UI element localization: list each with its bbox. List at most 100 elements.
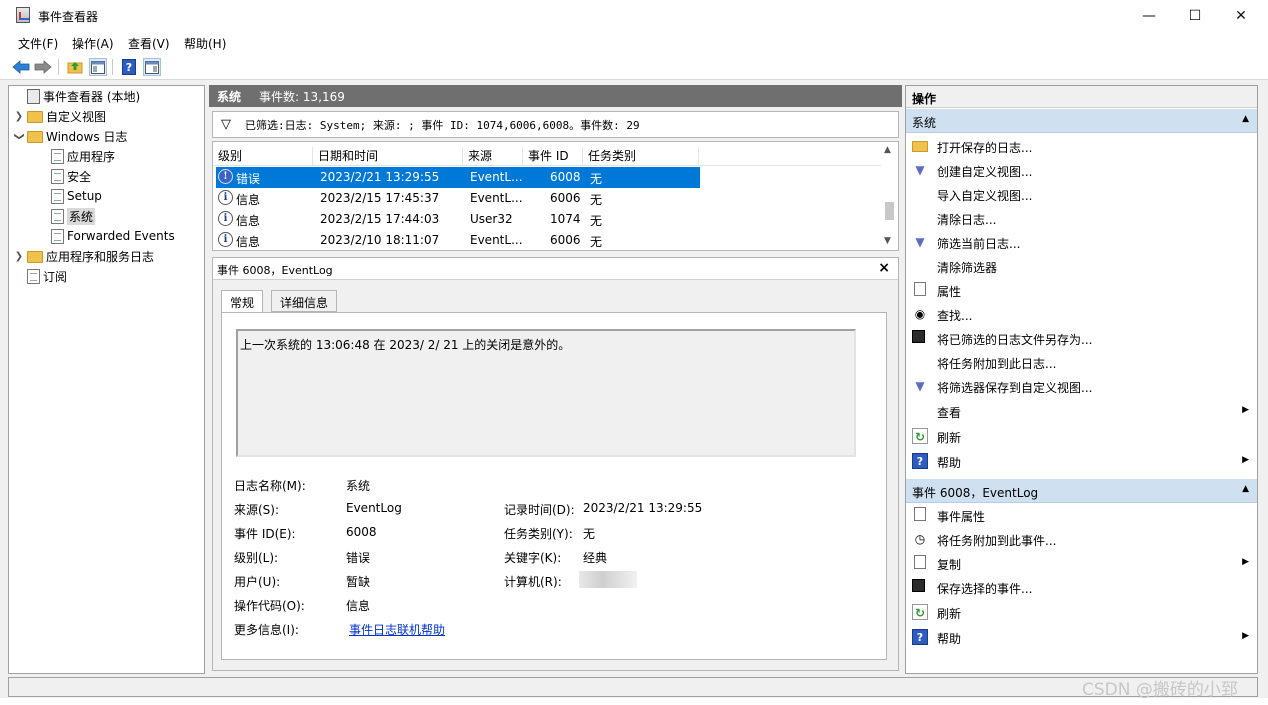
minimize-button[interactable]: —: [1126, 0, 1172, 31]
tree-item-subscriptions[interactable]: 订阅: [13, 266, 67, 286]
general-tab-content: 上一次系统的 13:06:48 在 2023/ 2/ 21 上的关闭是意外的。 …: [221, 312, 887, 660]
copy-icon: [914, 555, 926, 569]
cell-level: 信息: [236, 214, 261, 228]
maximize-button[interactable]: ☐: [1172, 0, 1218, 31]
action-label: 将筛选器保存到自定义视图...: [937, 381, 1093, 395]
tree-label: 应用程序: [67, 149, 116, 164]
cell-date: 2023/2/10 18:11:07: [320, 233, 440, 247]
action-refresh-event[interactable]: ↻ 刷新: [906, 600, 1257, 624]
tree-item-app-service-logs[interactable]: ❯ 应用程序和服务日志: [13, 246, 154, 266]
collapse-icon[interactable]: ▲: [1242, 114, 1249, 124]
help-icon[interactable]: ?: [120, 58, 138, 76]
title-bar: 事件查看器 — ☐ ✕: [0, 0, 1268, 31]
action-attach-task-to-event[interactable]: ◷ 将任务附加到此事件...: [906, 527, 1257, 551]
action-import-custom-view[interactable]: 导入自定义视图...: [906, 182, 1257, 206]
event-message-box[interactable]: 上一次系统的 13:06:48 在 2023/ 2/ 21 上的关闭是意外的。: [236, 329, 856, 457]
column-header-task-category[interactable]: 任务类别: [583, 147, 699, 165]
table-row[interactable]: ! 错误 2023/2/21 13:29:55 EventL... 6008 无: [216, 167, 700, 188]
close-detail-icon[interactable]: ×: [878, 260, 890, 276]
action-properties[interactable]: 属性: [906, 278, 1257, 302]
actions-section-event[interactable]: 事件 6008，EventLog ▲: [906, 479, 1257, 503]
action-save-selected-events[interactable]: 保存选择的事件...: [906, 575, 1257, 599]
scroll-up-icon[interactable]: ▲: [884, 145, 891, 155]
log-icon: [51, 228, 64, 244]
action-filter-current-log[interactable]: ▼ 筛选当前日志...: [906, 230, 1257, 254]
action-label: 清除筛选器: [937, 261, 998, 275]
table-row[interactable]: i 信息 2023/2/15 17:44:03 User32 1074 无: [216, 209, 700, 230]
action-refresh[interactable]: ↻ 刷新: [906, 424, 1257, 448]
action-event-properties[interactable]: 事件属性: [906, 503, 1257, 527]
detail-title: 事件 6008，EventLog: [217, 264, 333, 277]
action-clear-filter[interactable]: 清除筛选器: [906, 254, 1257, 278]
tree-item-root[interactable]: 事件查看器 (本地): [13, 86, 140, 106]
log-header: 系统 事件数: 13,169: [209, 85, 902, 107]
tab-general[interactable]: 常规: [221, 290, 264, 314]
menu-file[interactable]: 文件(F): [18, 35, 58, 52]
cell-date: 2023/2/15 17:44:03: [320, 212, 440, 226]
more-info-link[interactable]: 事件日志联机帮助: [349, 621, 445, 638]
cell-event-id: 6006: [550, 233, 581, 247]
action-view[interactable]: 查看 ▶: [906, 399, 1257, 423]
back-icon[interactable]: [12, 58, 30, 76]
source-label: 来源(S):: [234, 503, 280, 517]
column-header-event-id[interactable]: 事件 ID: [523, 147, 583, 165]
forward-icon[interactable]: [34, 58, 52, 76]
tree-item-setup[interactable]: Setup: [51, 186, 102, 206]
info-icon: i: [218, 211, 233, 226]
show-hide-tree-icon[interactable]: [89, 58, 107, 76]
close-window-button[interactable]: ✕: [1218, 0, 1264, 31]
opcode-label: 操作代码(O):: [234, 599, 305, 613]
log-icon: [51, 168, 64, 184]
collapse-icon[interactable]: ▲: [1242, 484, 1249, 494]
action-attach-task-to-log[interactable]: 将任务附加到此日志...: [906, 350, 1257, 374]
scroll-down-icon[interactable]: ▼: [884, 236, 891, 246]
column-header-level[interactable]: 级别: [213, 147, 313, 165]
menu-help[interactable]: 帮助(H): [184, 35, 226, 52]
tree-item-system[interactable]: 系统: [51, 206, 96, 226]
event-count: 事件数: 13,169: [259, 89, 345, 104]
column-header-date[interactable]: 日期和时间: [313, 147, 463, 165]
actions-section-system[interactable]: 系统 ▲: [906, 109, 1257, 133]
scrollbar-thumb[interactable]: [885, 202, 894, 220]
menu-view[interactable]: 查看(V): [128, 35, 170, 52]
task-clock-icon: ◷: [914, 532, 926, 546]
tree-item-security[interactable]: 安全: [51, 166, 91, 186]
log-icon: [51, 148, 64, 164]
chevron-right-icon[interactable]: ❯: [13, 251, 25, 262]
tree-item-custom-views[interactable]: ❯ 自定义视图: [13, 106, 106, 126]
tree-item-windows-logs[interactable]: ❯ Windows 日志: [13, 126, 128, 146]
table-row[interactable]: i 信息 2023/2/15 17:45:37 EventL... 6006 无: [216, 188, 700, 209]
action-label: 属性: [937, 285, 962, 299]
tree-label: Forwarded Events: [67, 229, 175, 243]
folder-icon: [27, 251, 43, 263]
show-hide-action-pane-icon[interactable]: [143, 58, 161, 76]
action-save-filtered-log[interactable]: 将已筛选的日志文件另存为...: [906, 326, 1257, 350]
action-copy[interactable]: 复制 ▶: [906, 551, 1257, 575]
action-create-custom-view[interactable]: ▼ 创建自定义视图...: [906, 158, 1257, 182]
tree-item-application[interactable]: 应用程序: [51, 146, 115, 166]
up-folder-icon[interactable]: [66, 58, 84, 76]
action-help[interactable]: ? 帮助 ▶: [906, 449, 1257, 473]
action-clear-log[interactable]: 清除日志...: [906, 206, 1257, 230]
action-help-event[interactable]: ? 帮助 ▶: [906, 625, 1257, 649]
menu-action[interactable]: 操作(A): [72, 35, 114, 52]
tab-details[interactable]: 详细信息: [271, 290, 338, 312]
chevron-right-icon[interactable]: ❯: [13, 111, 25, 122]
column-header-source[interactable]: 来源: [463, 147, 523, 165]
table-row[interactable]: i 信息 2023/2/10 18:11:07 EventL... 6006 无: [216, 230, 700, 250]
filter-bar: ▽ 已筛选:日志: System; 来源: ; 事件 ID: 1074,6006…: [212, 111, 899, 138]
chevron-down-icon[interactable]: ❯: [14, 130, 25, 142]
log-icon: [51, 188, 64, 204]
cell-level: 信息: [236, 235, 261, 249]
section-title: 系统: [912, 116, 937, 130]
event-message: 上一次系统的 13:06:48 在 2023/ 2/ 21 上的关闭是意外的。: [240, 338, 571, 352]
event-list-scrollbar[interactable]: ▲ ▼: [881, 142, 898, 250]
toolbar-separator: [112, 59, 113, 75]
properties-icon: [914, 282, 926, 296]
action-save-filter-to-custom-view[interactable]: ▼ 将筛选器保存到自定义视图...: [906, 374, 1257, 398]
action-open-saved-log[interactable]: 打开保存的日志...: [906, 134, 1257, 158]
tree-item-forwarded-events[interactable]: Forwarded Events: [51, 226, 175, 246]
action-label: 将任务附加到此日志...: [937, 357, 1057, 371]
event-viewer-app-icon: [16, 7, 30, 23]
action-find[interactable]: ◉ 查找...: [906, 302, 1257, 326]
